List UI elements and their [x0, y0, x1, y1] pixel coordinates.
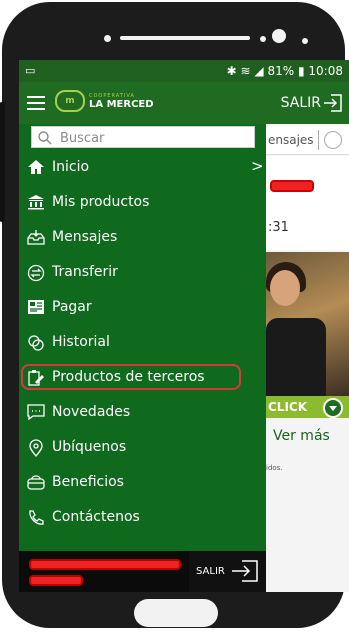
menu-item-label: Historial [52, 334, 110, 350]
chevron-down-icon [323, 398, 343, 418]
bag-icon [27, 474, 47, 492]
menu-item-label: Ubíquenos [52, 439, 127, 455]
signal-icon: ◢ [254, 64, 264, 78]
phone-side-button-left [0, 102, 5, 222]
menu-item-label: Novedades [52, 404, 131, 420]
redaction-mark [29, 559, 181, 570]
location-icon [27, 439, 47, 457]
app-bar: m COOPERATIVA LA MERCED SALIR [19, 82, 349, 124]
menu-item-label: Pagar [52, 299, 92, 315]
wifi-icon: ≋ [240, 64, 251, 78]
background-card: :31 [266, 156, 349, 250]
phone-sensor-dot [260, 36, 266, 42]
exit-icon[interactable] [323, 93, 343, 113]
redaction-mark [29, 575, 83, 586]
background-small-text: idos. [266, 464, 283, 472]
menu-item-pagar[interactable]: Pagar [19, 291, 266, 325]
menu-item-novedades[interactable]: Novedades [19, 396, 266, 430]
background-tabs: ensajes [266, 126, 349, 155]
menu-item-mis-productos[interactable]: Mis productos [19, 186, 266, 220]
background-tab-messages[interactable]: ensajes [268, 133, 314, 147]
hamburger-menu-icon[interactable] [27, 96, 45, 114]
brand-logo: m COOPERATIVA LA MERCED [55, 90, 154, 112]
see-more-link[interactable]: Ver más [273, 428, 330, 444]
status-bar: ▭ ✱ ≋ ◢ 81% ▮ 10:08 [19, 60, 349, 82]
menu-item-historial[interactable]: Historial [19, 326, 266, 360]
inbox-icon [27, 229, 47, 247]
chevron-right-icon: > [251, 157, 264, 175]
photo-apron [266, 318, 326, 396]
menu-item-mensajes[interactable]: Mensajes [19, 221, 266, 255]
third-party-icon [27, 369, 47, 387]
search-icon [38, 131, 52, 145]
menu-item-label: Inicio [52, 159, 90, 175]
logo-mark: m [55, 90, 85, 112]
phone-camera-dot [104, 35, 111, 42]
battery-percent: 81% [267, 64, 295, 78]
status-right: ✱ ≋ ◢ 81% ▮ 10:08 [227, 64, 343, 78]
photo-face [270, 270, 300, 306]
phone-icon [27, 509, 47, 527]
menu-item-contactenos[interactable]: Contáctenos [19, 501, 266, 535]
menu-item-productos-de-terceros[interactable]: Productos de terceros [19, 361, 266, 395]
phone-front-camera [272, 29, 286, 43]
menu-item-label: Mis productos [52, 194, 150, 210]
menu-item-transferir[interactable]: Transferir [19, 256, 266, 290]
exit-icon[interactable] [231, 559, 259, 583]
redaction-mark [270, 180, 314, 192]
menu-item-label: Contáctenos [52, 509, 140, 525]
click-label: CLICK [268, 400, 308, 414]
phone-home-button[interactable] [134, 599, 218, 627]
bluetooth-icon: ✱ [226, 64, 237, 78]
pay-icon [27, 299, 47, 317]
drawer-footer: SALIR [19, 551, 266, 592]
search-input[interactable] [58, 128, 252, 148]
clock: 10:08 [308, 64, 343, 78]
gallery-icon: ▭ [25, 64, 36, 77]
tab-divider [318, 130, 319, 150]
home-icon [27, 159, 47, 177]
battery-icon: ▮ [297, 64, 305, 78]
history-icon [27, 334, 47, 352]
menu-item-label: Beneficios [52, 474, 124, 490]
bank-icon [27, 194, 47, 212]
menu-item-ubiquenos[interactable]: Ubíquenos [19, 431, 266, 465]
user-info [19, 551, 189, 592]
background-number: :31 [268, 220, 289, 235]
logout-button[interactable]: SALIR [281, 95, 321, 111]
menu-item-label: Transferir [52, 264, 118, 280]
navigation-drawer: Inicio > Mis productos Mensajes Transfer… [19, 124, 266, 592]
menu-item-beneficios[interactable]: Beneficios [19, 466, 266, 500]
menu-item-inicio[interactable]: Inicio > [19, 151, 266, 185]
search-box[interactable] [31, 126, 255, 148]
transfer-icon [27, 264, 47, 282]
promo-photo [266, 252, 349, 396]
phone-screen: ▭ ✱ ≋ ◢ 81% ▮ 10:08 m COOPERATIVA LA MER… [19, 60, 349, 592]
phone-speaker [120, 36, 250, 40]
phone-sensor-dot-2 [302, 38, 308, 44]
refresh-icon[interactable] [324, 131, 342, 149]
footer-logout-button[interactable]: SALIR [196, 566, 225, 577]
menu-item-label: Mensajes [52, 229, 118, 245]
logo-name: LA MERCED [89, 98, 154, 110]
chat-icon [27, 404, 47, 422]
menu-item-label: Productos de terceros [52, 369, 205, 385]
click-banner[interactable]: CLICK [266, 396, 349, 418]
